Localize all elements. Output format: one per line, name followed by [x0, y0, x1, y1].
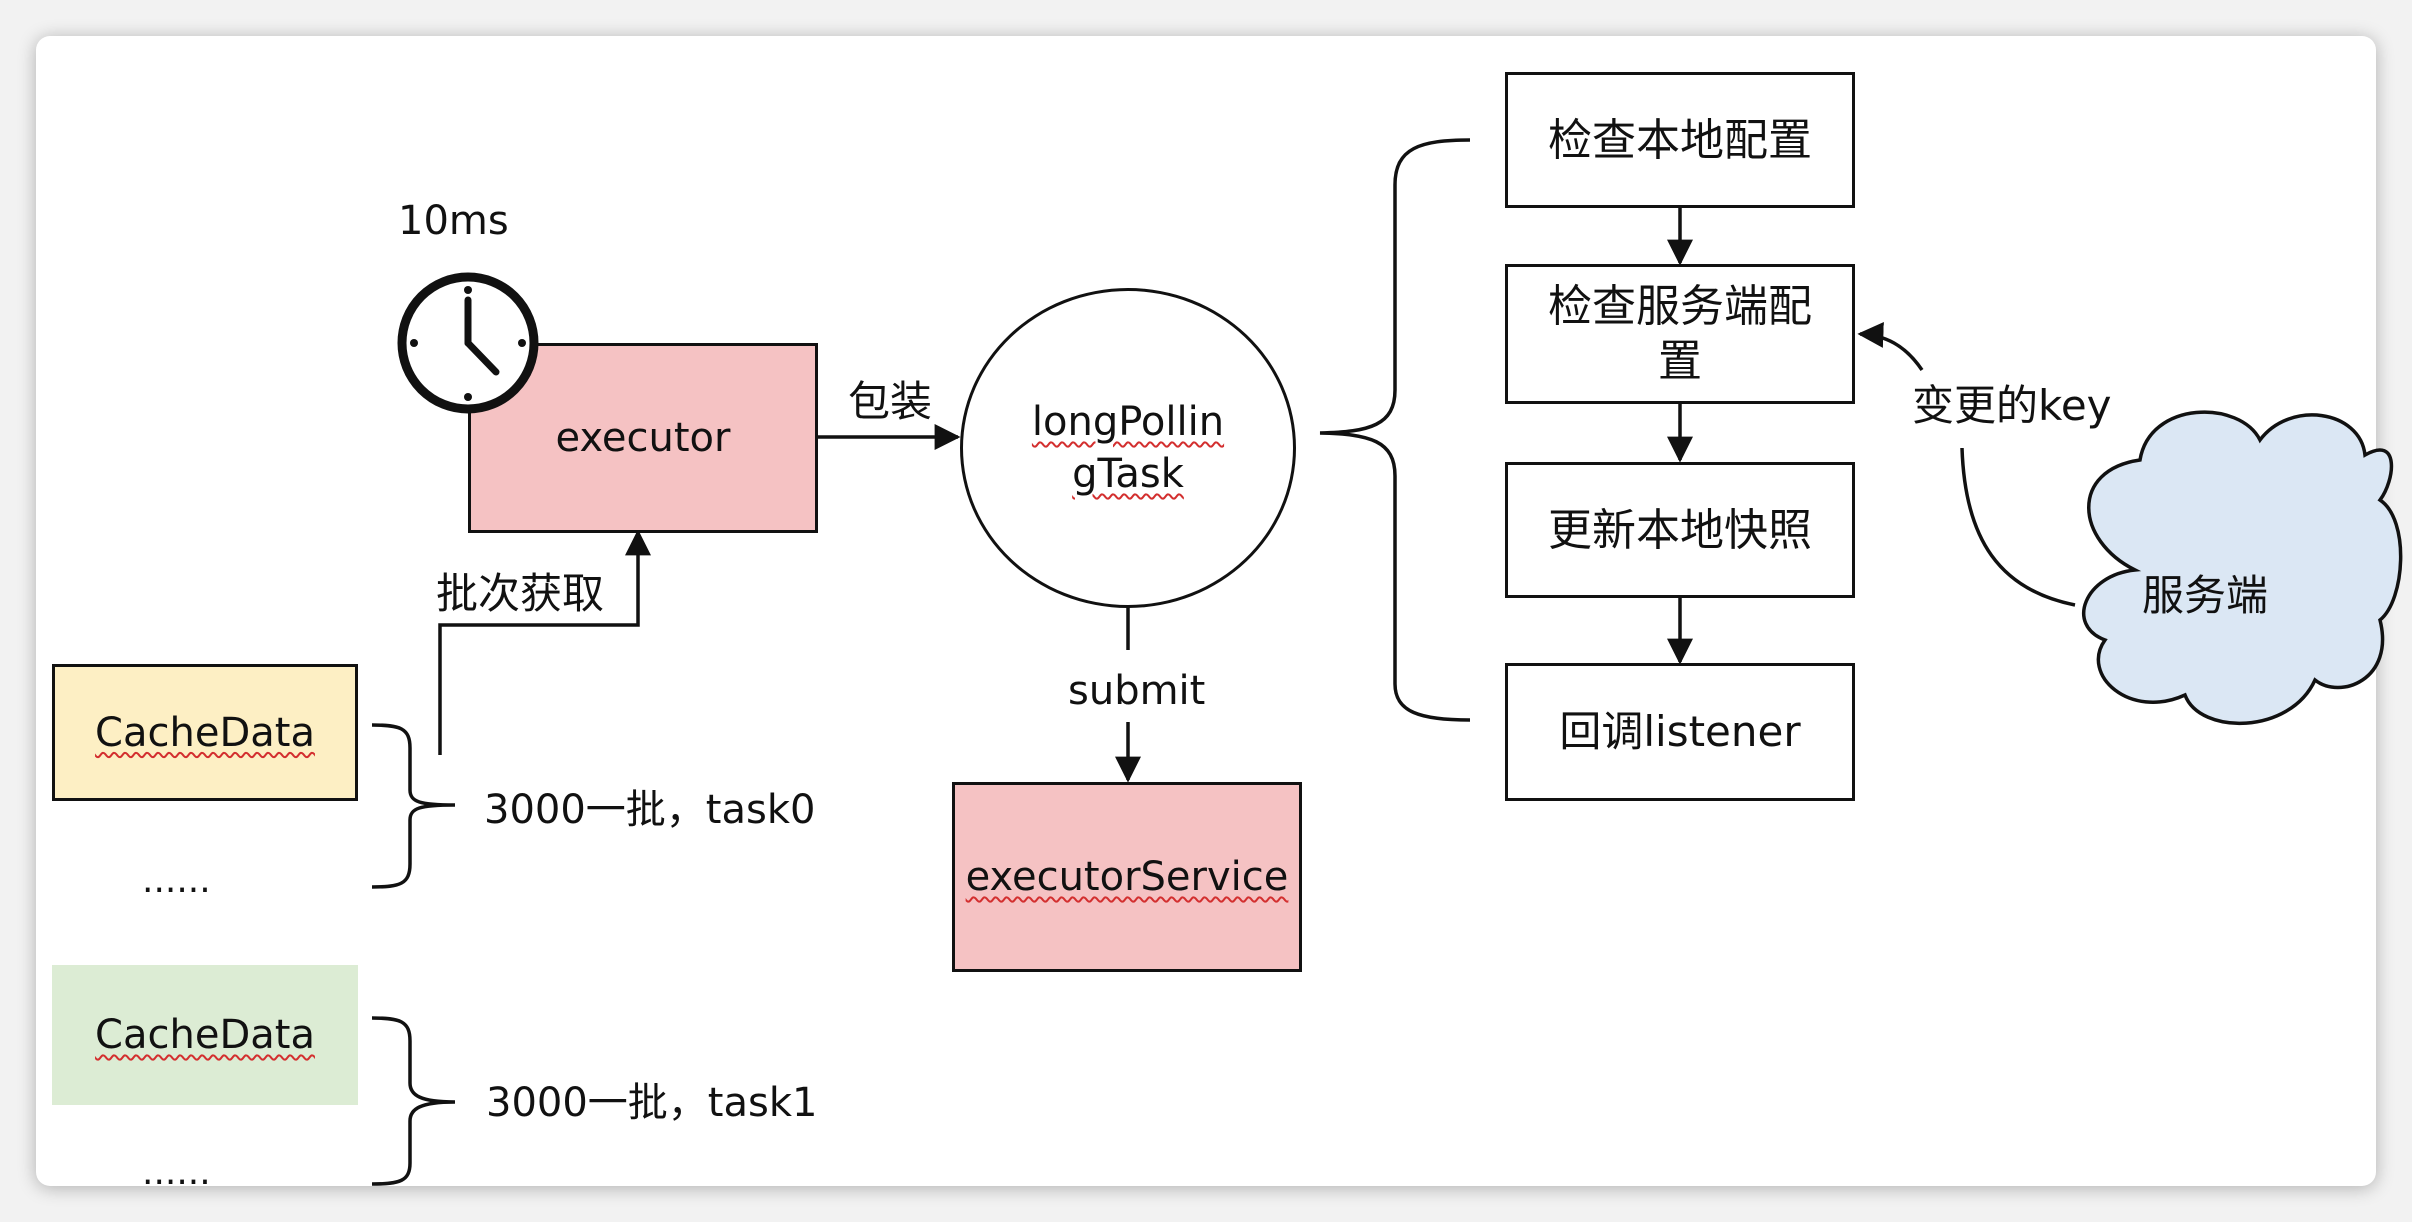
- cache-data-box-1: CacheData: [52, 965, 358, 1105]
- step-box-check-server-config: 检查服务端配置: [1505, 264, 1855, 404]
- executor-service-box: executorService: [952, 782, 1302, 972]
- cache-group-0-brace: [371, 723, 456, 889]
- long-polling-task-circle: longPollin gTask: [960, 288, 1296, 608]
- changed-key-label: 变更的key: [1912, 381, 2112, 430]
- step-label-update-local-snapshot: 更新本地快照: [1548, 504, 1812, 556]
- executor-service-label: executorService: [965, 854, 1289, 900]
- step-box-check-local-config: 检查本地配置: [1505, 72, 1855, 208]
- changed-key-arrow: [1857, 321, 1924, 371]
- timer-interval-label: 10ms: [398, 198, 509, 244]
- cache-data-label-1: CacheData: [95, 1012, 315, 1058]
- step-label-check-local-config: 检查本地配置: [1548, 114, 1812, 166]
- step-box-callback-listener: 回调listener: [1505, 663, 1855, 801]
- cache-group-1-ellipsis: ......: [142, 1152, 211, 1193]
- steps-brace: [1319, 138, 1471, 722]
- batch-fetch-label: 批次获取: [436, 569, 605, 618]
- batch-fetch-arrow: [438, 529, 651, 755]
- executor-label: executor: [555, 415, 731, 461]
- long-polling-task-label-line1: longPollin: [1031, 399, 1225, 445]
- executor-box: executor: [468, 343, 818, 533]
- long-polling-task-label-line2: gTask: [1072, 451, 1184, 497]
- cache-group-1-brace: [371, 1016, 456, 1186]
- step-label-check-server-config: 检查服务端配置: [1548, 281, 1812, 387]
- wrap-label: 包装: [848, 377, 933, 426]
- cache-data-box-0: CacheData: [52, 664, 358, 801]
- cache-group-1-batch-label: 3000一批，task1: [486, 1080, 818, 1126]
- cache-group-0-ellipsis: ......: [142, 860, 211, 901]
- cache-group-0-batch-label: 3000一批，task0: [484, 787, 816, 833]
- server-label: 服务端: [2142, 571, 2269, 620]
- step-box-update-local-snapshot: 更新本地快照: [1505, 462, 1855, 598]
- server-to-key-curve: [1960, 447, 2076, 607]
- step-label-callback-listener: 回调listener: [1559, 706, 1801, 756]
- submit-label: submit: [1068, 668, 1206, 714]
- cache-data-label-0: CacheData: [95, 709, 315, 756]
- server-cloud-shape: [2082, 410, 2403, 725]
- connector-layer: [371, 138, 2403, 1186]
